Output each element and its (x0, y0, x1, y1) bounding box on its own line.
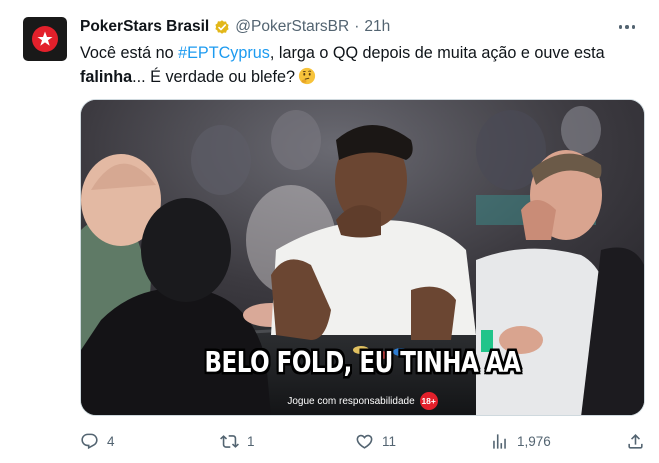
share-button[interactable] (626, 430, 645, 452)
tweet-text-bold: falinha (80, 68, 133, 86)
more-options-icon[interactable] (617, 18, 637, 36)
author-name[interactable]: PokerStars Brasil (80, 18, 209, 36)
views-count: 1,976 (517, 433, 551, 449)
repost-button[interactable]: 1 (220, 430, 255, 452)
pokerstars-logo-icon (32, 26, 58, 52)
gold-verified-badge-icon[interactable] (213, 18, 231, 36)
tweet-text-part: , larga o QQ depois de muita ação e ouve… (269, 44, 605, 62)
views-icon (493, 433, 506, 449)
tweet-text: Você está no #EPTCyprus, larga o QQ depo… (80, 41, 640, 89)
like-button[interactable]: 11 (355, 430, 396, 452)
age-badge: 18+ (419, 392, 438, 410)
views-button[interactable]: 1,976 (490, 430, 551, 452)
thinking-face-emoji-icon (298, 67, 316, 85)
share-icon (628, 433, 643, 449)
author-handle[interactable]: @PokerStarsBR (235, 18, 349, 36)
responsible-gaming-disclaimer: Jogue com responsabilidade 18+ (81, 392, 644, 410)
like-count: 11 (382, 433, 397, 449)
reply-count: 4 (107, 433, 115, 449)
action-bar: 4 1 11 1,976 (80, 430, 645, 452)
tweet-header: PokerStars Brasil @PokerStarsBR · 21h (80, 17, 390, 37)
timestamp[interactable]: 21h (364, 18, 390, 36)
like-icon (356, 434, 373, 449)
tweet-media[interactable]: BELO FOLD, EU TINHA AA Jogue com respons… (80, 99, 645, 416)
hashtag-link[interactable]: #EPTCyprus (178, 44, 270, 62)
media-caption: BELO FOLD, EU TINHA AA (204, 346, 521, 380)
tweet-text-part: Você está no (80, 44, 179, 62)
reply-button[interactable]: 4 (80, 430, 115, 452)
repost-count: 1 (247, 433, 255, 449)
repost-icon (220, 434, 239, 448)
avatar[interactable] (23, 17, 67, 61)
disclaimer-text: Jogue com responsabilidade (287, 395, 415, 407)
reply-icon (81, 433, 98, 449)
tweet[interactable]: PokerStars Brasil @PokerStarsBR · 21h Vo… (0, 0, 659, 463)
separator-dot: · (354, 18, 360, 35)
tweet-text-part: ... É verdade ou blefe? (132, 68, 296, 86)
